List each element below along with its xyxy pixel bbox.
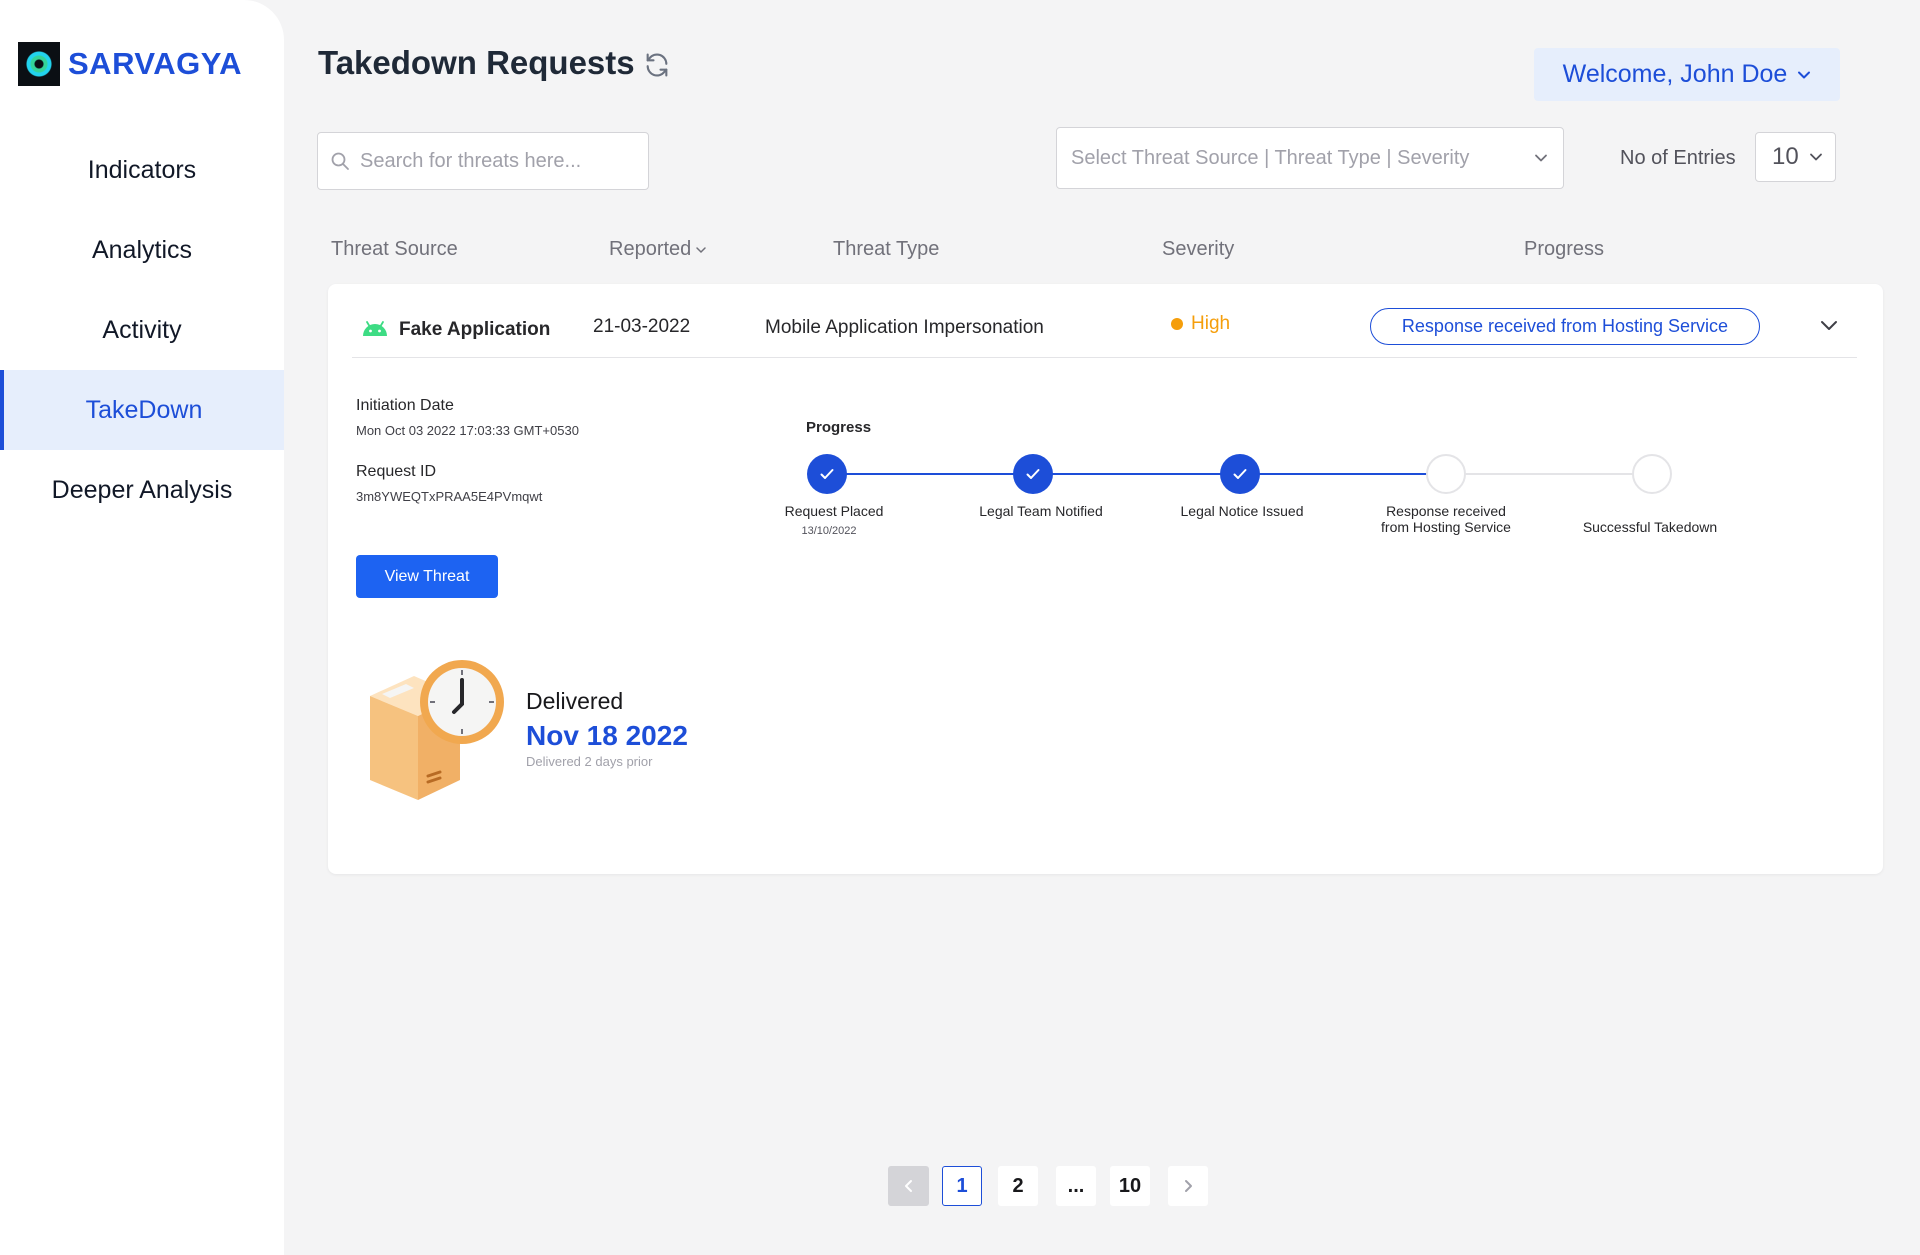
brand-name: SARVAGYA bbox=[68, 46, 242, 81]
check-icon bbox=[1233, 469, 1247, 479]
chevron-left-icon bbox=[904, 1180, 912, 1192]
progress-step-4 bbox=[1426, 454, 1466, 494]
request-id-value: 3m8YWEQTxPRAA5E4PVmqwt bbox=[356, 489, 543, 504]
pagination-next-button[interactable] bbox=[1168, 1166, 1208, 1206]
row-divider bbox=[352, 357, 1857, 358]
chevron-down-icon bbox=[1535, 154, 1547, 162]
step-label: Response received bbox=[1386, 503, 1506, 519]
table-row: Fake Application 21-03-2022 Mobile Appli… bbox=[328, 284, 1883, 874]
entries-value: 10 bbox=[1772, 143, 1799, 170]
sidebar-item-deeper-analysis[interactable]: Deeper Analysis bbox=[0, 450, 284, 530]
refresh-icon[interactable] bbox=[643, 49, 671, 77]
status-badge[interactable]: Response received from Hosting Service bbox=[1370, 308, 1760, 345]
logo[interactable]: SARVAGYA bbox=[18, 42, 242, 86]
sidebar-item-takedown[interactable]: TakeDown bbox=[0, 370, 284, 450]
severity-dot bbox=[1171, 318, 1183, 330]
initiation-date-label: Initiation Date bbox=[356, 397, 454, 414]
request-id-label: Request ID bbox=[356, 463, 437, 480]
entries-label: No of Entries bbox=[1620, 147, 1736, 169]
progress-line-complete bbox=[827, 473, 1445, 475]
threat-source: Fake Application bbox=[399, 319, 551, 340]
delivered-note: Delivered 2 days prior bbox=[526, 754, 653, 769]
check-icon bbox=[1026, 469, 1040, 479]
progress-line-pending bbox=[1445, 473, 1652, 475]
page-title-wrap: Takedown Requests bbox=[318, 44, 671, 82]
progress-step-1 bbox=[807, 454, 847, 494]
step-label: Request Placed bbox=[784, 503, 884, 519]
column-header-progress[interactable]: Progress bbox=[1524, 238, 1604, 261]
column-header-severity[interactable]: Severity bbox=[1162, 238, 1234, 261]
search-icon bbox=[331, 152, 349, 170]
chevron-right-icon bbox=[1185, 1180, 1192, 1192]
welcome-text: Welcome, John Doe bbox=[1562, 60, 1788, 88]
view-threat-button[interactable]: View Threat bbox=[356, 555, 498, 598]
sidebar-nav: Indicators Analytics Activity TakeDown D… bbox=[0, 130, 284, 530]
column-header-reported-label: Reported bbox=[609, 238, 692, 260]
column-header-threat-source[interactable]: Threat Source bbox=[331, 238, 458, 261]
reported-date: 21-03-2022 bbox=[593, 316, 691, 337]
delivered-date: Nov 18 2022 bbox=[526, 720, 688, 751]
delivered-label: Delivered bbox=[526, 688, 624, 714]
delivery-box-clock-icon bbox=[370, 660, 504, 800]
severity-badge: High bbox=[1191, 313, 1231, 334]
column-header-reported[interactable]: Reported bbox=[609, 238, 707, 261]
progress-step-2 bbox=[1013, 454, 1053, 494]
progress-step-3 bbox=[1220, 454, 1260, 494]
step-label: Legal Team Notified bbox=[979, 503, 1103, 519]
sidebar-item-analytics[interactable]: Analytics bbox=[0, 210, 284, 290]
android-icon bbox=[363, 321, 387, 336]
step-label: Legal Notice Issued bbox=[1180, 503, 1304, 519]
threat-filter-placeholder: Select Threat Source | Threat Type | Sev… bbox=[1071, 146, 1470, 169]
step-label: Successful Takedown bbox=[1582, 519, 1718, 535]
pagination-page-1[interactable]: 1 bbox=[942, 1166, 982, 1206]
sidebar-item-activity[interactable]: Activity bbox=[0, 290, 284, 370]
threat-filter-select[interactable]: Select Threat Source | Threat Type | Sev… bbox=[1056, 127, 1564, 189]
pagination-page-10[interactable]: 10 bbox=[1110, 1166, 1150, 1206]
search-box[interactable] bbox=[317, 132, 649, 190]
progress-step-5 bbox=[1632, 454, 1672, 494]
pagination-page-2[interactable]: 2 bbox=[998, 1166, 1038, 1206]
step-date: 13/10/2022 bbox=[801, 525, 857, 537]
page-title: Takedown Requests bbox=[318, 44, 635, 81]
entries-select[interactable]: 10 bbox=[1755, 132, 1836, 182]
chevron-down-icon bbox=[1798, 71, 1811, 78]
sidebar: SARVAGYA Indicators Analytics Activity T… bbox=[0, 0, 284, 1255]
chevron-down-icon bbox=[1810, 153, 1822, 161]
progress-title: Progress bbox=[806, 419, 872, 436]
eye-logo-icon bbox=[18, 42, 60, 86]
user-menu-button[interactable]: Welcome, John Doe bbox=[1534, 48, 1840, 101]
step-label-line-2: from Hosting Service bbox=[1381, 519, 1511, 535]
chevron-down-icon[interactable] bbox=[1818, 314, 1840, 336]
pagination-prev-button[interactable] bbox=[888, 1166, 929, 1206]
pagination-ellipsis[interactable]: ... bbox=[1056, 1166, 1096, 1206]
check-icon bbox=[820, 469, 834, 479]
initiation-date-value: Mon Oct 03 2022 17:03:33 GMT+0530 bbox=[356, 423, 579, 438]
search-input[interactable] bbox=[360, 149, 630, 173]
sort-chevron-icon bbox=[696, 246, 707, 253]
column-header-threat-type[interactable]: Threat Type bbox=[833, 238, 939, 261]
threat-type: Mobile Application Impersonation bbox=[765, 317, 1044, 338]
sidebar-item-indicators[interactable]: Indicators bbox=[0, 130, 284, 210]
